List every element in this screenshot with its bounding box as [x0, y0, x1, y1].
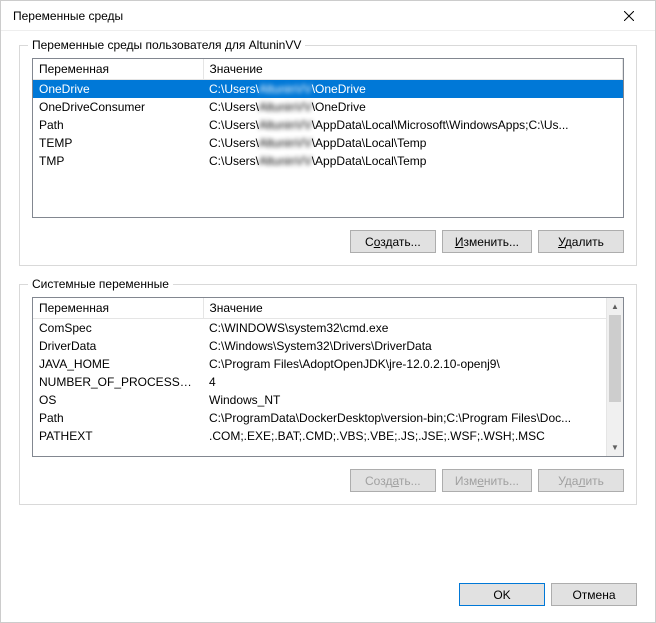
system-vars-table-wrap: Переменная Значение ComSpecC:\WINDOWS\sy… [32, 297, 624, 457]
system-delete-button[interactable]: Удалить [538, 469, 624, 492]
table-row[interactable]: DriverDataC:\Windows\System32\Drivers\Dr… [33, 337, 623, 355]
var-value: C:\Users\AltuninVV\OneDrive [203, 98, 623, 116]
var-value: C:\Users\AltuninVV\AppData\Local\Temp [203, 152, 623, 170]
dialog-footer: OK Отмена [19, 583, 637, 610]
var-name: OneDriveConsumer [33, 98, 203, 116]
var-value: C:\Users\AltuninVV\OneDrive [203, 80, 623, 99]
var-name: TMP [33, 152, 203, 170]
system-col-value[interactable]: Значение [203, 298, 623, 319]
var-name: DriverData [33, 337, 203, 355]
var-name: NUMBER_OF_PROCESSORS [33, 373, 203, 391]
var-value: C:\WINDOWS\system32\cmd.exe [203, 319, 623, 338]
var-name: Path [33, 116, 203, 134]
env-vars-dialog: Переменные среды Переменные среды пользо… [0, 0, 656, 623]
var-value: .COM;.EXE;.BAT;.CMD;.VBS;.VBE;.JS;.JSE;.… [203, 427, 623, 445]
system-vars-label: Системные переменные [28, 277, 173, 291]
window-title: Переменные среды [13, 9, 123, 23]
user-vars-label: Переменные среды пользователя для Altuni… [28, 38, 305, 52]
table-row[interactable]: PathC:\Users\AltuninVV\AppData\Local\Mic… [33, 116, 623, 134]
scroll-down-icon[interactable]: ▼ [607, 439, 623, 456]
table-row[interactable]: OSWindows_NT [33, 391, 623, 409]
table-row[interactable]: OneDriveConsumerC:\Users\AltuninVV\OneDr… [33, 98, 623, 116]
user-col-variable[interactable]: Переменная [33, 59, 203, 80]
system-vars-buttons: Создать... Изменить... Удалить [32, 469, 624, 492]
table-row[interactable]: PathC:\ProgramData\DockerDesktop\version… [33, 409, 623, 427]
var-value: C:\ProgramData\DockerDesktop\version-bin… [203, 409, 623, 427]
var-value: Windows_NT [203, 391, 623, 409]
var-name: OS [33, 391, 203, 409]
user-vars-group: Переменные среды пользователя для Altuni… [19, 45, 637, 266]
user-vars-buttons: Создать... Изменить... Удалить [32, 230, 624, 253]
table-row[interactable]: JAVA_HOMEC:\Program Files\AdoptOpenJDK\j… [33, 355, 623, 373]
var-name: Path [33, 409, 203, 427]
table-row[interactable]: PATHEXT.COM;.EXE;.BAT;.CMD;.VBS;.VBE;.JS… [33, 427, 623, 445]
var-value: 4 [203, 373, 623, 391]
var-value: C:\Windows\System32\Drivers\DriverData [203, 337, 623, 355]
user-delete-button[interactable]: Удалить [538, 230, 624, 253]
titlebar: Переменные среды [1, 1, 655, 31]
system-vars-group: Системные переменные Переменная Значение… [19, 284, 637, 505]
user-edit-button[interactable]: Изменить... [442, 230, 532, 253]
table-row[interactable]: TMPC:\Users\AltuninVV\AppData\Local\Temp [33, 152, 623, 170]
scroll-thumb[interactable] [609, 315, 621, 402]
scroll-up-icon[interactable]: ▲ [607, 298, 623, 315]
ok-button[interactable]: OK [459, 583, 545, 606]
table-row[interactable]: TEMPC:\Users\AltuninVV\AppData\Local\Tem… [33, 134, 623, 152]
cancel-button[interactable]: Отмена [551, 583, 637, 606]
user-vars-table-wrap: Переменная Значение OneDriveC:\Users\Alt… [32, 58, 624, 218]
system-edit-button[interactable]: Изменить... [442, 469, 532, 492]
system-scrollbar[interactable]: ▲ ▼ [606, 298, 623, 456]
var-name: JAVA_HOME [33, 355, 203, 373]
system-col-variable[interactable]: Переменная [33, 298, 203, 319]
var-name: OneDrive [33, 80, 203, 99]
table-row[interactable]: OneDriveC:\Users\AltuninVV\OneDrive [33, 80, 623, 99]
var-name: ComSpec [33, 319, 203, 338]
close-icon [624, 11, 634, 21]
close-button[interactable] [607, 1, 651, 31]
system-new-button[interactable]: Создать... [350, 469, 436, 492]
table-row[interactable]: ComSpecC:\WINDOWS\system32\cmd.exe [33, 319, 623, 338]
scroll-track[interactable] [607, 315, 623, 439]
var-value: C:\Program Files\AdoptOpenJDK\jre-12.0.2… [203, 355, 623, 373]
table-row[interactable]: NUMBER_OF_PROCESSORS4 [33, 373, 623, 391]
dialog-content: Переменные среды пользователя для Altuni… [1, 31, 655, 622]
var-name: TEMP [33, 134, 203, 152]
user-col-value[interactable]: Значение [203, 59, 623, 80]
user-new-button[interactable]: Создать... [350, 230, 436, 253]
system-vars-table[interactable]: Переменная Значение ComSpecC:\WINDOWS\sy… [33, 298, 623, 445]
var-value: C:\Users\AltuninVV\AppData\Local\Microso… [203, 116, 623, 134]
user-vars-table[interactable]: Переменная Значение OneDriveC:\Users\Alt… [33, 59, 623, 170]
var-name: PATHEXT [33, 427, 203, 445]
var-value: C:\Users\AltuninVV\AppData\Local\Temp [203, 134, 623, 152]
